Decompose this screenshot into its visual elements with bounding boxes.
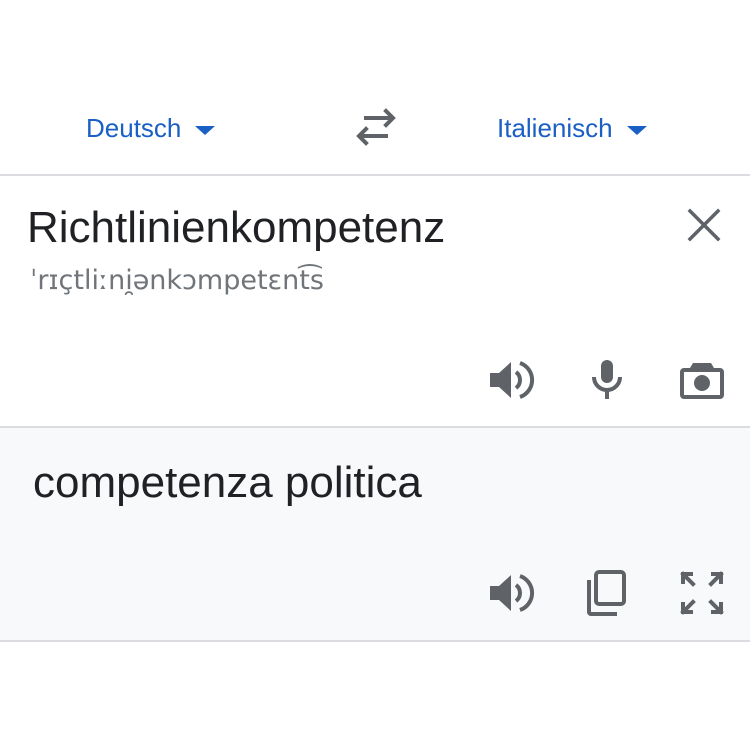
swap-languages-button[interactable] (352, 106, 400, 150)
divider (0, 640, 750, 642)
voice-input-button[interactable] (582, 355, 632, 405)
listen-source-button[interactable] (486, 355, 536, 405)
source-language-label: Deutsch (86, 112, 182, 143)
translation-text: competenza politica (33, 458, 422, 507)
fullscreen-icon (680, 571, 724, 615)
source-panel: Richtlinienkompetenz ˈrɪçtliːni̯ənkɔmpet… (0, 177, 750, 427)
chevron-down-icon (626, 125, 647, 135)
fullscreen-button[interactable] (677, 568, 727, 618)
copy-button[interactable] (582, 568, 632, 618)
source-language-selector[interactable]: Deutsch (86, 108, 216, 148)
copy-icon (587, 570, 626, 616)
divider (0, 174, 750, 176)
close-icon (687, 208, 721, 242)
language-bar: Deutsch Italienisch (0, 0, 750, 175)
chevron-down-icon (195, 125, 216, 135)
listen-translation-button[interactable] (486, 568, 536, 618)
target-language-label: Italienisch (497, 112, 613, 143)
camera-icon (680, 363, 724, 399)
microphone-icon (592, 360, 622, 399)
camera-button[interactable] (677, 355, 727, 405)
phonetic-transcription: ˈrɪçtliːni̯ənkɔmpetɛnt͡s (30, 265, 324, 296)
swap-arrows-icon (356, 108, 396, 146)
translation-panel: competenza politica (0, 428, 750, 640)
clear-button[interactable] (682, 203, 726, 247)
target-language-selector[interactable]: Italienisch (497, 108, 647, 148)
speaker-icon (490, 361, 535, 399)
source-text-input[interactable]: Richtlinienkompetenz (27, 203, 445, 253)
speaker-icon (490, 574, 535, 612)
